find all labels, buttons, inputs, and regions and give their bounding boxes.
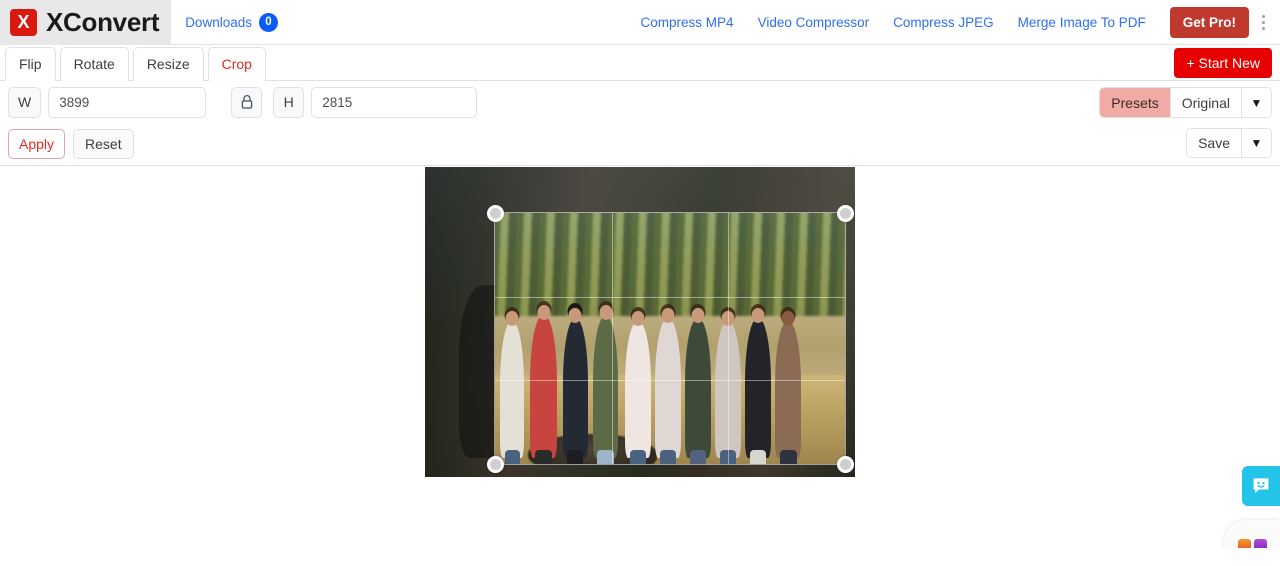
photo-treeline (495, 213, 845, 316)
site-header: X XConvert Downloads 0 Compress MP4 Vide… (0, 0, 1280, 45)
save-group: Save ▼ (1186, 128, 1272, 158)
crop-controls-panel: W H Presets Original ▼ Apply Reset Save … (0, 81, 1280, 166)
xconvert-logo-icon: X (10, 8, 37, 36)
tab-rotate[interactable]: Rotate (59, 46, 129, 81)
downloads-group[interactable]: Downloads 0 (185, 12, 278, 32)
kebab-dot (1261, 20, 1265, 24)
photo-person (562, 307, 588, 464)
crop-handle-top-left[interactable] (486, 204, 504, 222)
chat-widget-button[interactable] (1242, 466, 1280, 506)
brand-block[interactable]: X XConvert (0, 0, 172, 45)
reset-button[interactable]: Reset (73, 129, 134, 159)
kebab-dot (1261, 26, 1265, 30)
tab-crop[interactable]: Crop (207, 46, 266, 81)
editor-canvas (0, 166, 1280, 550)
height-label: H (273, 86, 305, 118)
photo-person (530, 304, 557, 464)
photo-person (500, 311, 525, 464)
photo-person (775, 311, 802, 464)
crop-handle-bottom-left[interactable] (486, 455, 504, 473)
photo-person (624, 311, 651, 464)
chat-smiley-icon (1253, 477, 1269, 493)
downloads-count-badge: 0 (258, 12, 278, 32)
header-nav: Compress MP4 Video Compressor Compress J… (641, 6, 1280, 38)
photo-person (715, 311, 742, 464)
launcher-tile-purple (1253, 539, 1267, 548)
photo-person (592, 304, 619, 464)
nav-link-merge-image-to-pdf[interactable]: Merge Image To PDF (1018, 15, 1146, 30)
save-button[interactable]: Save (1187, 129, 1241, 157)
height-input[interactable] (311, 86, 478, 118)
tab-flip[interactable]: Flip (5, 46, 56, 81)
apply-button[interactable]: Apply (8, 129, 66, 159)
presets-label[interactable]: Presets (1100, 88, 1170, 117)
get-pro-button[interactable]: Get Pro! (1169, 6, 1249, 38)
image-crop-stage[interactable] (425, 167, 855, 477)
source-image-bright (495, 213, 845, 464)
presets-group: Presets Original ▼ (1099, 87, 1272, 118)
launcher-tile-orange (1237, 539, 1251, 548)
brand-name: XConvert (46, 6, 160, 37)
kebab-dot (1261, 14, 1265, 18)
start-new-button[interactable]: + Start New (1174, 48, 1272, 78)
floating-app-launcher[interactable] (1224, 520, 1280, 550)
dimensions-row: W H Presets Original ▼ (8, 81, 1272, 123)
presets-chevron-down-icon[interactable]: ▼ (1241, 88, 1271, 117)
photo-person (655, 307, 681, 464)
photo-person (685, 307, 711, 464)
tab-resize[interactable]: Resize (132, 46, 204, 81)
crop-selection-window[interactable] (495, 213, 845, 464)
crop-handle-top-right[interactable] (836, 204, 854, 222)
photo-person (745, 307, 772, 464)
width-input[interactable] (48, 86, 207, 118)
presets-selected-value[interactable]: Original (1169, 88, 1241, 117)
nav-link-video-compressor[interactable]: Video Compressor (758, 15, 870, 30)
aspect-ratio-lock-icon[interactable] (231, 86, 263, 118)
nav-link-compress-jpeg[interactable]: Compress JPEG (893, 15, 994, 30)
nav-link-compress-mp4[interactable]: Compress MP4 (641, 15, 734, 30)
crop-handle-bottom-right[interactable] (836, 455, 854, 473)
editor-tabbar: Flip Rotate Resize Crop + Start New (0, 45, 1280, 81)
actions-row: Apply Reset Save ▼ (8, 123, 1272, 165)
width-label: W (8, 86, 42, 118)
downloads-link[interactable]: Downloads (185, 15, 252, 30)
kebab-menu-icon[interactable] (1252, 14, 1274, 30)
save-chevron-down-icon[interactable]: ▼ (1241, 129, 1271, 157)
